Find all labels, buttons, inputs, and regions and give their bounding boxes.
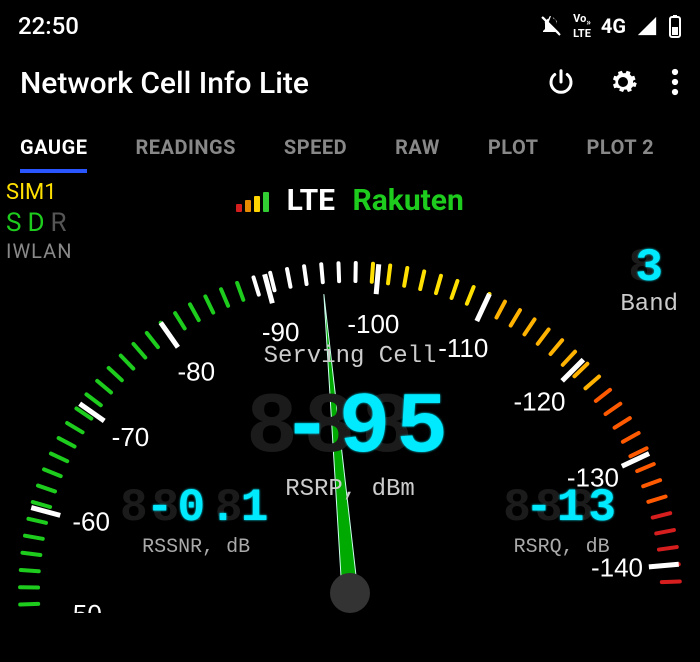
tab-bar: GAUGEREADINGSSPEEDRAWPLOTPLOT 2ST xyxy=(0,109,700,173)
rsrq-display: 888 -13 RSRQ, dB xyxy=(503,478,620,559)
tab-plot-2[interactable]: PLOT 2 xyxy=(587,125,655,173)
rssnr-display: 88.8 -0.1 RSSNR, dB xyxy=(120,478,272,559)
tab-speed[interactable]: SPEED xyxy=(284,125,347,173)
network-gen: 4G xyxy=(601,14,626,38)
status-bar: 22:50 Vo»LTE 4G xyxy=(0,0,700,46)
rssnr-label: RSSNR, dB xyxy=(120,536,272,559)
mute-icon xyxy=(539,14,563,38)
battery-icon xyxy=(668,14,682,38)
app-bar: Network Cell Info Lite xyxy=(0,46,700,109)
tab-raw[interactable]: RAW xyxy=(395,125,440,173)
gear-icon[interactable] xyxy=(608,67,638,101)
svg-text:-60: -60 xyxy=(72,507,110,537)
status-icons: Vo»LTE 4G xyxy=(539,13,682,39)
gauge-area: SIM1 SDR IWLAN LTE Rakuten 8 3 Band -140… xyxy=(0,173,700,613)
svg-text:-50: -50 xyxy=(64,599,102,613)
overflow-icon[interactable] xyxy=(670,67,680,101)
tab-readings[interactable]: READINGS xyxy=(135,125,235,173)
serving-title: Serving Cell xyxy=(0,343,700,370)
volte-icon: Vo»LTE xyxy=(573,13,591,39)
signal-icon xyxy=(636,15,658,37)
tab-gauge[interactable]: GAUGE xyxy=(20,125,87,173)
rsrp-value: 888 -95 xyxy=(0,371,700,477)
app-title: Network Cell Info Lite xyxy=(20,66,309,101)
rsrq-label: RSRQ, dB xyxy=(503,536,620,559)
clock: 22:50 xyxy=(18,12,79,40)
svg-text:-100: -100 xyxy=(347,309,399,339)
power-icon[interactable] xyxy=(546,67,576,101)
tab-plot[interactable]: PLOT xyxy=(488,125,539,173)
